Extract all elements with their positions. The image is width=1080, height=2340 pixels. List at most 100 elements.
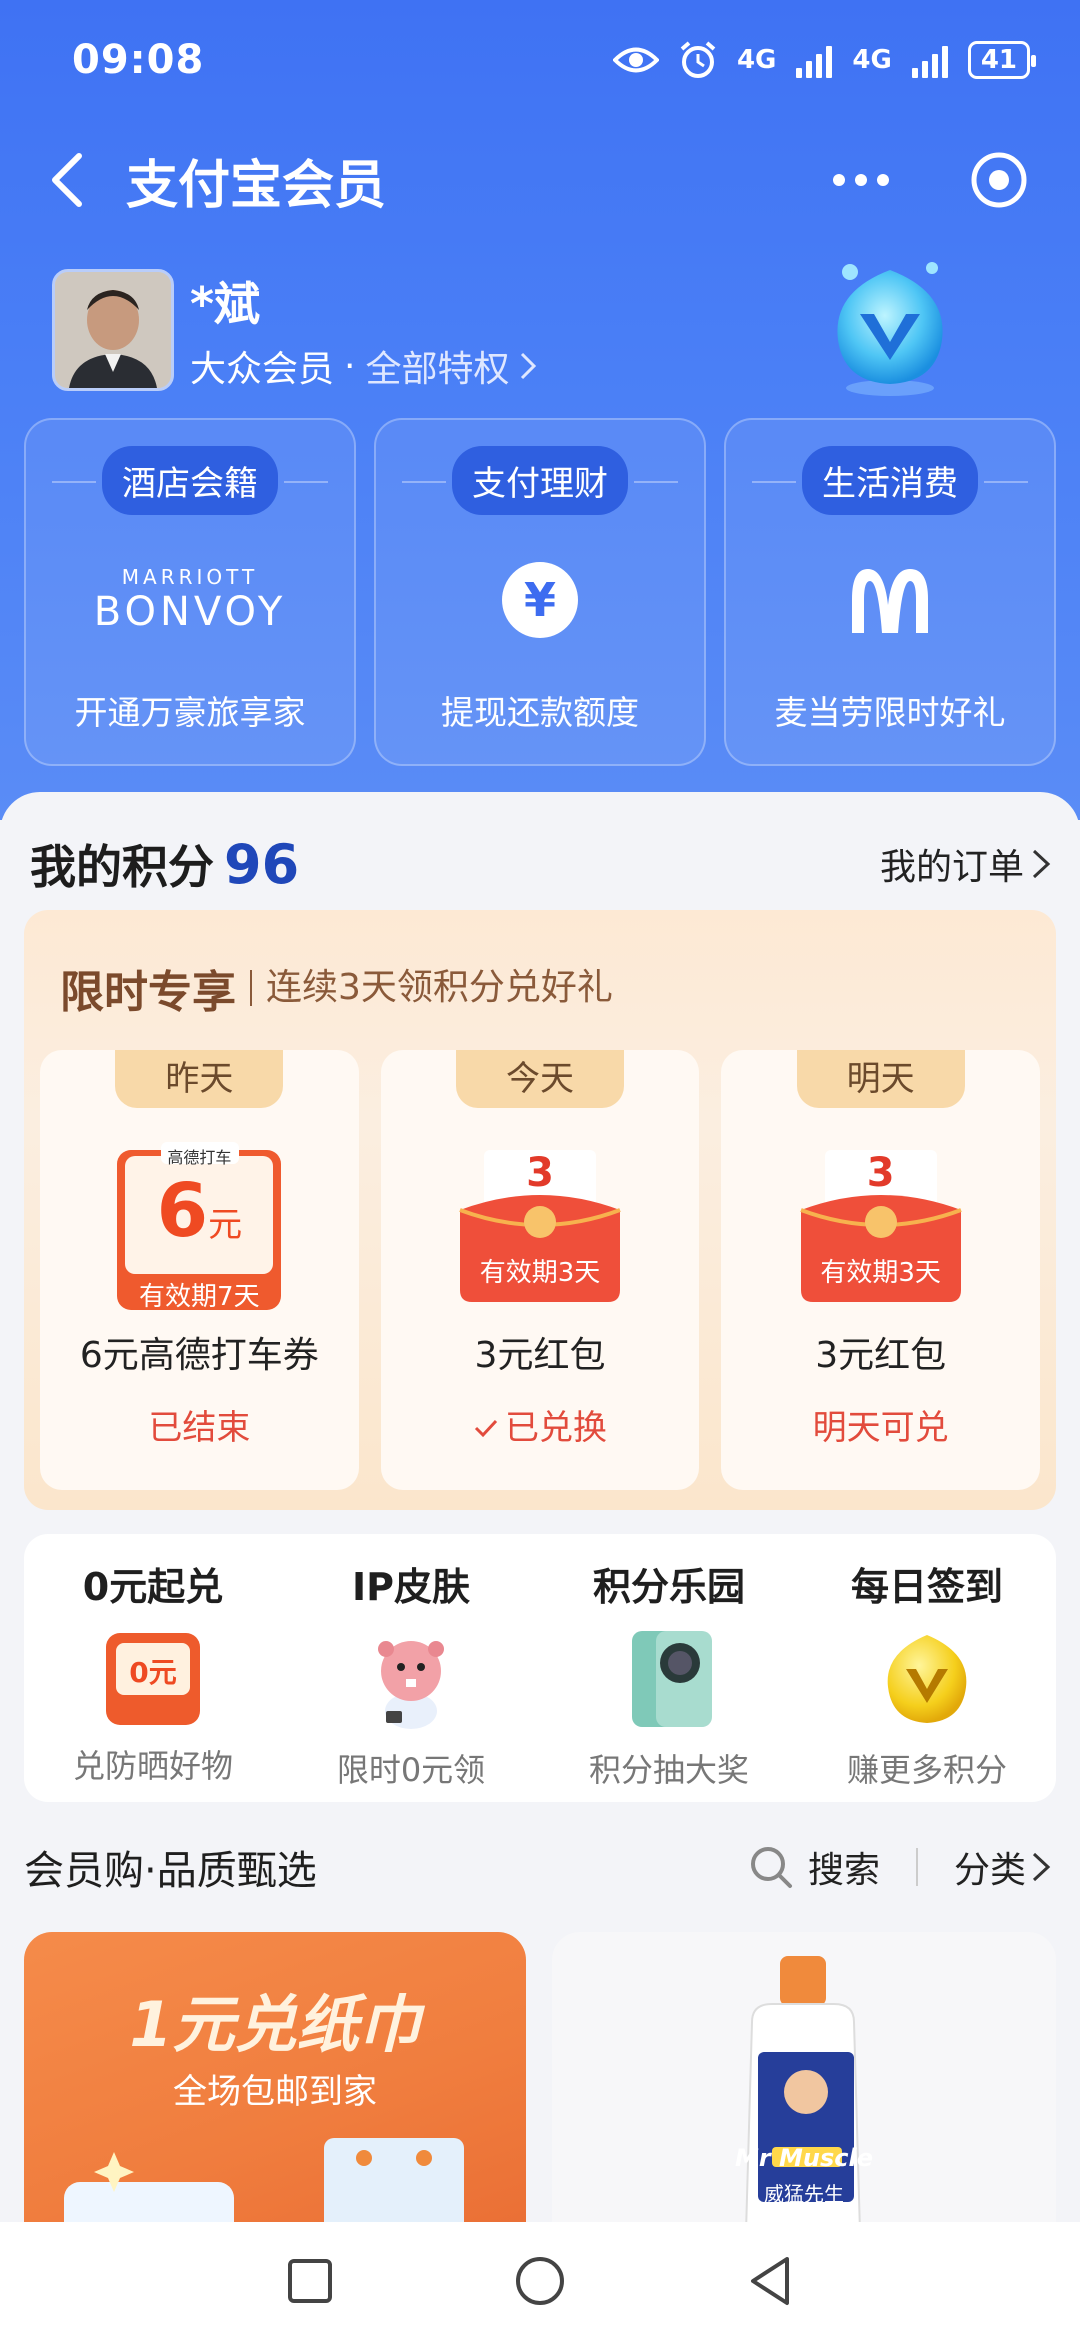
privilege-card-hotel[interactable]: 酒店会籍 MARRIOTT BONVOY 开通万豪旅享家 bbox=[24, 418, 356, 766]
battery-level: 41 bbox=[980, 45, 1017, 75]
promo-title: 限时专享 连续3天领积分兑好礼 bbox=[60, 956, 613, 1020]
mcdonalds-arches-icon bbox=[852, 569, 928, 633]
product-row: 1元兑纸巾 全场包邮到家 Mr Muscle 威猛先生 bbox=[24, 1932, 1056, 2232]
status-time: 09:08 bbox=[72, 37, 205, 83]
day-card-tomorrow[interactable]: 明天 3 有效期3天 3元红包 明天可兑 bbox=[721, 1050, 1041, 1490]
category-button[interactable]: 分类 bbox=[954, 1841, 1052, 1893]
day-item-name: 3元红包 bbox=[474, 1335, 606, 1376]
day-label: 明天 bbox=[796, 1050, 965, 1108]
privilege-cards: 酒店会籍 MARRIOTT BONVOY 开通万豪旅享家 支付理财 ¥ 提现还款… bbox=[24, 418, 1056, 766]
target-icon bbox=[971, 152, 1027, 208]
member-row[interactable]: 大众会员 · 全部特权 bbox=[190, 340, 537, 392]
points-title: 我的积分 bbox=[30, 840, 214, 894]
nav-actions bbox=[816, 135, 1044, 225]
search-label: 搜索 bbox=[807, 1850, 880, 1891]
day-status: 已兑换 bbox=[505, 1408, 607, 1448]
product-brand: Mr Muscle bbox=[734, 2144, 874, 2172]
coupon-validity: 有效期7天 bbox=[139, 1282, 260, 1312]
signal-icon-2 bbox=[911, 42, 948, 78]
quick-title: IP皮肤 bbox=[352, 1565, 470, 1609]
marriott-logo: MARRIOTT BONVOY bbox=[26, 550, 354, 650]
signal-icon bbox=[796, 42, 833, 78]
phone-prize-icon bbox=[632, 1631, 712, 1727]
vip-badge-icon[interactable] bbox=[820, 252, 960, 402]
privilege-caption: 开通万豪旅享家 bbox=[74, 693, 306, 732]
quick-title: 0元起兑 bbox=[82, 1565, 224, 1609]
coupon-amount: 6元 bbox=[113, 1168, 285, 1254]
close-miniapp-button[interactable] bbox=[954, 135, 1044, 225]
day-card-yesterday[interactable]: 昨天 高德打车 6元 有效期7天 6元高德打车券 已结束 bbox=[40, 1050, 359, 1490]
back-system-button[interactable] bbox=[730, 2241, 810, 2321]
more-button[interactable] bbox=[816, 135, 906, 225]
product-label: 威猛先生 bbox=[764, 2182, 844, 2206]
shop-header: 会员购·品质甄选 搜索 分类 bbox=[24, 1832, 1052, 1902]
category-label: 分类 bbox=[953, 1850, 1026, 1891]
red-packet-validity: 有效期3天 bbox=[820, 1258, 941, 1288]
square-icon bbox=[288, 2259, 332, 2303]
privilege-card-life[interactable]: 生活消费 麦当劳限时好礼 bbox=[724, 418, 1056, 766]
privilege-tag: 支付理财 bbox=[402, 446, 678, 515]
product-card-cleaner[interactable]: Mr Muscle 威猛先生 bbox=[552, 1932, 1056, 2232]
red-packet-icon: 3 有效期3天 bbox=[454, 1140, 626, 1316]
promo-main-title: 限时专享 bbox=[60, 967, 236, 1018]
day-status: 明天可兑 bbox=[812, 1408, 949, 1448]
divider bbox=[915, 1848, 918, 1886]
shop-actions: 搜索 分类 bbox=[748, 1841, 1052, 1893]
recent-apps-button[interactable] bbox=[270, 2241, 350, 2321]
network-type-1: 4G bbox=[736, 45, 777, 75]
day-status: 已结束 bbox=[148, 1408, 251, 1448]
tissue-pack-image bbox=[64, 2138, 464, 2232]
chevron-right-icon bbox=[1032, 849, 1051, 879]
privilege-caption: 提现还款额度 bbox=[441, 693, 639, 732]
circle-icon bbox=[516, 2257, 564, 2305]
taxi-coupon-icon: 高德打车 6元 有效期7天 bbox=[113, 1140, 285, 1316]
points-summary: 我的积分 96 bbox=[30, 831, 299, 897]
quick-subtitle: 限时0元领 bbox=[336, 1751, 486, 1789]
logo-line-2: BONVOY bbox=[93, 589, 287, 635]
top-nav: 支付宝会员 bbox=[0, 130, 1080, 230]
alarm-icon bbox=[680, 41, 716, 78]
yuan-icon: ¥ bbox=[376, 550, 704, 650]
gold-v-badge-icon bbox=[887, 1635, 967, 1723]
search-button[interactable]: 搜索 bbox=[748, 1841, 880, 1893]
status-bar: 09:08 4G 4G 41 bbox=[72, 30, 1037, 90]
shop-title: 会员购·品质甄选 bbox=[24, 1848, 317, 1894]
check-icon bbox=[474, 1419, 498, 1438]
day-item-name: 6元高德打车券 bbox=[79, 1335, 319, 1376]
privilege-tag: 生活消费 bbox=[752, 446, 1028, 515]
product-card-tissue[interactable]: 1元兑纸巾 全场包邮到家 bbox=[24, 1932, 526, 2232]
red-packet-icon: 3 有效期3天 bbox=[795, 1140, 967, 1316]
yuan-symbol: ¥ bbox=[523, 573, 556, 627]
quick-subtitle: 赚更多积分 bbox=[846, 1751, 1007, 1789]
search-icon bbox=[750, 1847, 792, 1888]
back-button[interactable] bbox=[22, 135, 112, 225]
quick-item-ip-skin[interactable]: IP皮肤 限时0元领 bbox=[282, 1534, 540, 1802]
quick-subtitle: 兑防晒好物 bbox=[72, 1747, 233, 1785]
home-button[interactable] bbox=[500, 2241, 580, 2321]
coupon-brand: 高德打车 bbox=[167, 1148, 232, 1167]
promo-panel: 限时专享 连续3天领积分兑好礼 昨天 高德打车 6元 有效期7天 6元高德打车券… bbox=[24, 910, 1056, 1510]
avatar[interactable] bbox=[52, 269, 174, 391]
coupon-amount-unit: 元 bbox=[208, 1205, 243, 1245]
avatar-image bbox=[55, 272, 171, 388]
privilege-caption: 麦当劳限时好礼 bbox=[774, 693, 1006, 732]
quick-title: 积分乐园 bbox=[592, 1565, 745, 1609]
battery-icon: 41 bbox=[967, 41, 1037, 79]
my-orders-link[interactable]: 我的订单 bbox=[880, 838, 1052, 890]
orders-label: 我的订单 bbox=[879, 847, 1024, 888]
quick-title: 每日签到 bbox=[850, 1565, 1003, 1609]
quick-item-daily-checkin[interactable]: 每日签到 赚更多积分 bbox=[798, 1534, 1056, 1802]
day-card-today[interactable]: 今天 3 有效期3天 3元红包 已兑换 bbox=[380, 1050, 700, 1490]
quick-item-points-park[interactable]: 积分乐园 积分抽大奖 bbox=[540, 1534, 798, 1802]
quick-subtitle: 积分抽大奖 bbox=[588, 1751, 749, 1789]
privileges-link[interactable]: 全部特权 bbox=[365, 340, 509, 392]
quick-item-zero-redeem[interactable]: 0元起兑 0元 兑防晒好物 bbox=[24, 1534, 282, 1802]
network-type-2: 4G bbox=[852, 45, 892, 75]
privilege-card-finance[interactable]: 支付理财 ¥ 提现还款额度 bbox=[374, 418, 706, 766]
points-value[interactable]: 96 bbox=[224, 833, 299, 896]
product-subtitle: 全场包邮到家 bbox=[173, 2072, 377, 2112]
profile-text: *斌 大众会员 · 全部特权 bbox=[190, 268, 537, 392]
separator-dot: · bbox=[344, 345, 356, 387]
red-packet-validity: 有效期3天 bbox=[479, 1258, 601, 1288]
chevron-left-icon bbox=[52, 153, 82, 207]
